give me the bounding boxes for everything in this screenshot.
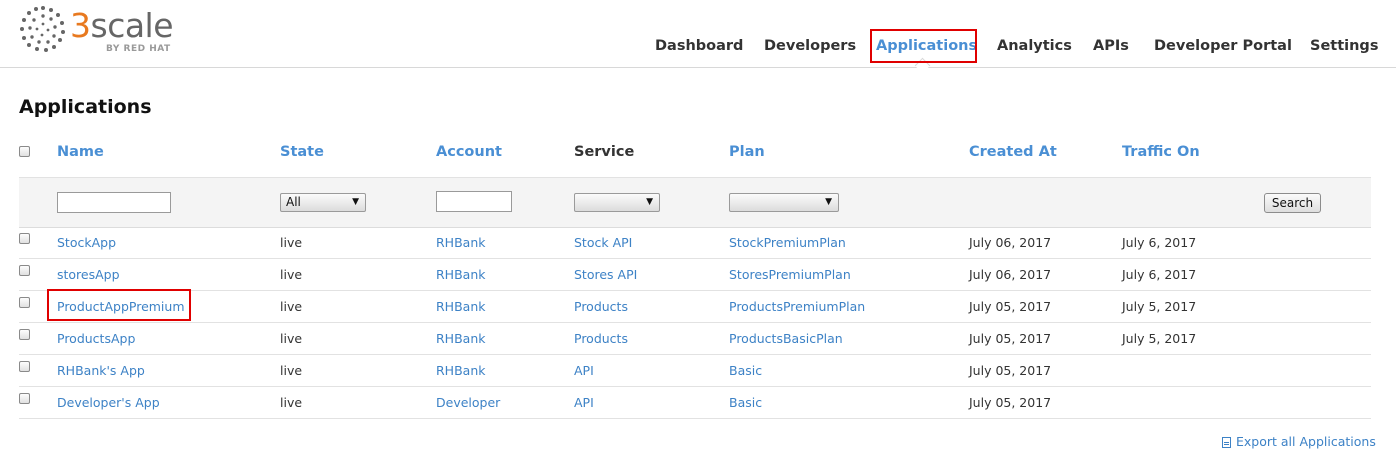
header-created-at[interactable]: Created At xyxy=(969,144,1057,160)
table-row: ProductsApp live RHBank Products Product… xyxy=(19,322,1371,355)
filter-row xyxy=(19,177,1371,228)
service-link[interactable]: Products xyxy=(574,299,628,314)
app-name-link[interactable]: storesApp xyxy=(57,267,120,282)
app-state: live xyxy=(280,235,303,250)
plan-link[interactable]: ProductsBasicPlan xyxy=(729,331,843,346)
service-link[interactable]: API xyxy=(574,395,594,410)
header-traffic-on[interactable]: Traffic On xyxy=(1122,144,1200,160)
created-at: July 06, 2017 xyxy=(969,267,1052,282)
main-nav: Dashboard Developers Applications Analyt… xyxy=(0,29,1396,63)
header-state[interactable]: State xyxy=(280,144,324,160)
traffic-on: July 5, 2017 xyxy=(1122,299,1197,314)
row-checkbox[interactable] xyxy=(19,393,30,404)
plan-link[interactable]: Basic xyxy=(729,363,762,378)
traffic-on: July 5, 2017 xyxy=(1122,331,1197,346)
spreadsheet-icon xyxy=(1222,437,1231,448)
account-link[interactable]: Developer xyxy=(436,395,500,410)
header-name[interactable]: Name xyxy=(57,144,104,160)
page-title: Applications xyxy=(19,96,152,118)
dropdown-arrow-icon: ▼ xyxy=(646,197,653,207)
nav-developers[interactable]: Developers xyxy=(764,29,856,63)
service-link[interactable]: Products xyxy=(574,331,628,346)
dropdown-arrow-icon: ▼ xyxy=(825,197,832,207)
traffic-on: July 6, 2017 xyxy=(1122,235,1197,250)
traffic-on: July 6, 2017 xyxy=(1122,267,1197,282)
service-link[interactable]: Stores API xyxy=(574,267,637,282)
nav-analytics[interactable]: Analytics xyxy=(997,29,1072,63)
plan-link[interactable]: StockPremiumPlan xyxy=(729,235,846,250)
state-filter-select[interactable]: All ▼ xyxy=(280,193,366,212)
export-all-link[interactable]: Export all Applications xyxy=(1222,434,1376,449)
plan-link[interactable]: StoresPremiumPlan xyxy=(729,267,851,282)
header-service: Service xyxy=(574,144,635,160)
header-account[interactable]: Account xyxy=(436,144,502,160)
dropdown-arrow-icon: ▼ xyxy=(352,197,359,207)
top-bar: 3scale BY RED HAT Dashboard Developers A… xyxy=(0,0,1396,68)
row-checkbox[interactable] xyxy=(19,361,30,372)
account-link[interactable]: RHBank xyxy=(436,235,485,250)
plan-link[interactable]: Basic xyxy=(729,395,762,410)
row-highlight-box xyxy=(47,289,191,321)
created-at: July 05, 2017 xyxy=(969,395,1052,410)
search-button[interactable]: Search xyxy=(1264,193,1321,213)
export-label: Export all Applications xyxy=(1236,434,1376,449)
service-link[interactable]: API xyxy=(574,363,594,378)
table-row: Developer's App live Developer API Basic… xyxy=(19,386,1371,419)
app-name-link[interactable]: Developer's App xyxy=(57,395,160,410)
service-link[interactable]: Stock API xyxy=(574,235,632,250)
app-state: live xyxy=(280,395,303,410)
table-row: ProductAppPremium live RHBank Products P… xyxy=(19,290,1371,323)
created-at: July 05, 2017 xyxy=(969,331,1052,346)
app-state: live xyxy=(280,267,303,282)
app-name-link[interactable]: StockApp xyxy=(57,235,116,250)
account-filter-input[interactable] xyxy=(436,191,512,212)
nav-dashboard[interactable]: Dashboard xyxy=(655,29,743,63)
service-filter-select[interactable]: ▼ xyxy=(574,193,660,212)
nav-apis[interactable]: APIs xyxy=(1093,29,1129,63)
app-state: live xyxy=(280,299,303,314)
created-at: July 05, 2017 xyxy=(969,363,1052,378)
app-name-link[interactable]: RHBank's App xyxy=(57,363,145,378)
account-link[interactable]: RHBank xyxy=(436,363,485,378)
account-link[interactable]: RHBank xyxy=(436,331,485,346)
nav-highlight-box xyxy=(870,29,977,63)
row-checkbox[interactable] xyxy=(19,297,30,308)
nav-settings[interactable]: Settings xyxy=(1310,29,1378,63)
header-plan[interactable]: Plan xyxy=(729,144,765,160)
table-row: StockApp live RHBank Stock API StockPrem… xyxy=(19,226,1371,259)
row-checkbox[interactable] xyxy=(19,233,30,244)
plan-filter-select[interactable]: ▼ xyxy=(729,193,839,212)
app-state: live xyxy=(280,331,303,346)
app-state: live xyxy=(280,363,303,378)
created-at: July 05, 2017 xyxy=(969,299,1052,314)
account-link[interactable]: RHBank xyxy=(436,299,485,314)
select-all-checkbox[interactable] xyxy=(19,146,30,157)
state-filter-value: All xyxy=(286,195,301,209)
app-name-link[interactable]: ProductsApp xyxy=(57,331,135,346)
nav-developer-portal[interactable]: Developer Portal xyxy=(1154,29,1292,63)
row-checkbox[interactable] xyxy=(19,265,30,276)
table-row: storesApp live RHBank Stores API StoresP… xyxy=(19,258,1371,291)
table-row: RHBank's App live RHBank API Basic July … xyxy=(19,354,1371,387)
plan-link[interactable]: ProductsPremiumPlan xyxy=(729,299,865,314)
created-at: July 06, 2017 xyxy=(969,235,1052,250)
account-link[interactable]: RHBank xyxy=(436,267,485,282)
name-filter-input[interactable] xyxy=(57,192,171,213)
row-checkbox[interactable] xyxy=(19,329,30,340)
